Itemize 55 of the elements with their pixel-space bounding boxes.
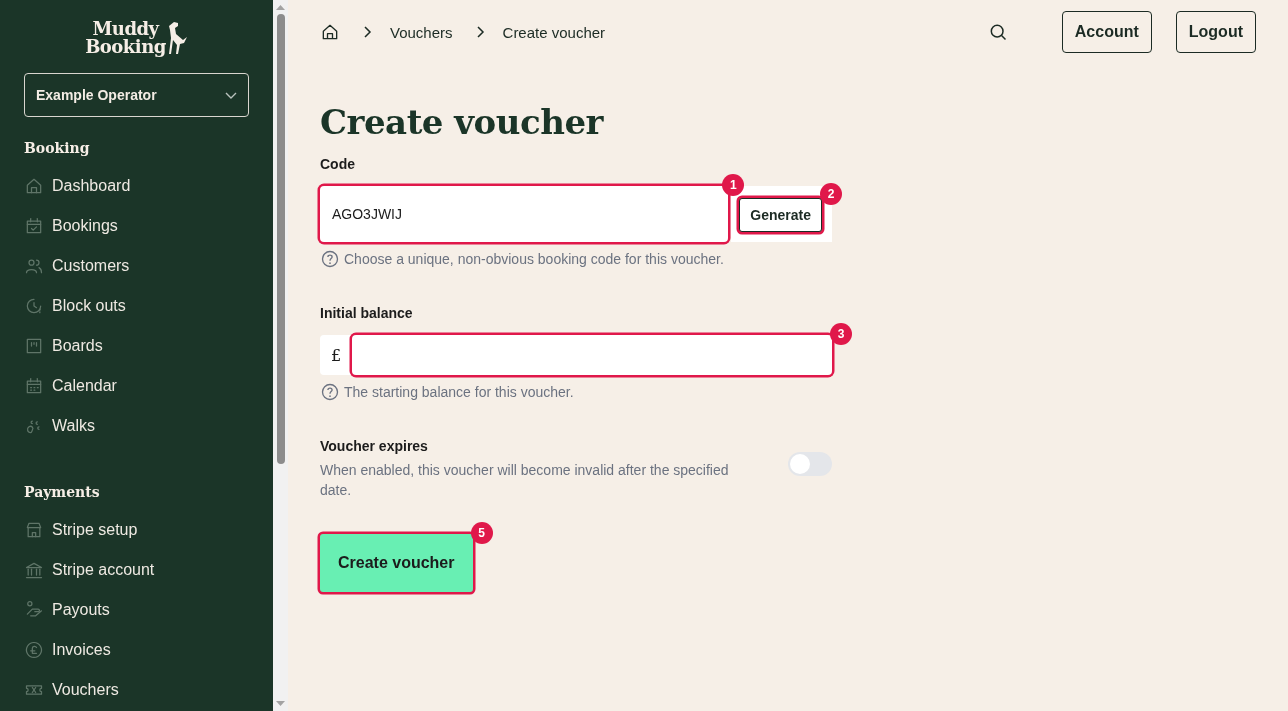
- annotation-badge: 1: [722, 174, 745, 196]
- nav-item[interactable]: Payouts: [24, 590, 249, 630]
- nav-icon: [24, 216, 44, 236]
- nav-item[interactable]: Boards: [24, 326, 249, 366]
- nav-item[interactable]: Block outs: [24, 286, 249, 326]
- code-input-field[interactable]: AGO3JWIJ: [320, 186, 729, 242]
- nav-icon: [24, 296, 44, 316]
- operator-select[interactable]: Example Operator: [24, 73, 249, 117]
- annotation-badge: 5: [470, 522, 493, 544]
- scroll-thumb[interactable]: [276, 14, 285, 464]
- nav-item[interactable]: Dashboard: [24, 166, 249, 206]
- field-description: When enabled, this voucher will become invalid after the specified date.: [320, 461, 730, 500]
- nav-icon: [24, 176, 44, 196]
- scrollbar[interactable]: [273, 0, 288, 711]
- nav-item[interactable]: Customers: [24, 246, 249, 286]
- page-title: Create voucher: [320, 102, 605, 142]
- scroll-down-icon: [276, 701, 285, 707]
- field-label: Initial balance: [320, 305, 414, 321]
- balance-input-field[interactable]: [352, 335, 832, 375]
- field-label: Voucher expires: [320, 438, 429, 454]
- annotation-badge: 2: [820, 183, 842, 205]
- logo-text: Muddy: [92, 20, 159, 38]
- chevron-right-icon: [362, 26, 372, 38]
- generate-button[interactable]: Generate: [739, 198, 822, 232]
- nav-item[interactable]: Stripe account: [24, 550, 249, 590]
- help-icon: [320, 249, 340, 269]
- scroll-up-icon: [276, 4, 285, 10]
- breadcrumb-link[interactable]: Create voucher: [502, 23, 606, 41]
- field-label: Code: [320, 156, 356, 172]
- currency-prefix: £: [320, 335, 352, 375]
- expiry-toggle[interactable]: [788, 452, 832, 476]
- logo-text: Booking: [85, 38, 166, 56]
- annotation-badge: 3: [830, 323, 852, 345]
- nav-icon: [24, 560, 44, 580]
- header-button[interactable]: Account: [1061, 11, 1152, 53]
- nav-icon: [24, 640, 44, 660]
- section-heading: Booking: [24, 140, 91, 156]
- header-button[interactable]: Logout: [1175, 11, 1256, 53]
- nav-item[interactable]: Invoices: [24, 630, 249, 670]
- help-icon: [320, 382, 340, 402]
- nav-item[interactable]: Stripe setup: [24, 510, 249, 550]
- create-voucher-button[interactable]: Create voucher: [320, 534, 473, 592]
- nav-icon: [24, 376, 44, 396]
- home-icon[interactable]: [320, 22, 340, 42]
- help-text: The starting balance for this voucher.: [344, 384, 574, 400]
- nav-item[interactable]: Calendar: [24, 366, 249, 406]
- nav-item[interactable]: Vouchers: [24, 670, 249, 710]
- nav-item[interactable]: Bookings: [24, 206, 249, 246]
- section-heading: Payments: [24, 484, 101, 500]
- nav-icon: [24, 520, 44, 540]
- nav-item[interactable]: Walks: [24, 406, 249, 446]
- breadcrumb-link[interactable]: Vouchers: [390, 23, 453, 41]
- help-text: Choose a unique, non-obvious booking code for this voucher.: [344, 251, 724, 267]
- nav-icon: [24, 336, 44, 356]
- chevron-right-icon: [474, 26, 485, 38]
